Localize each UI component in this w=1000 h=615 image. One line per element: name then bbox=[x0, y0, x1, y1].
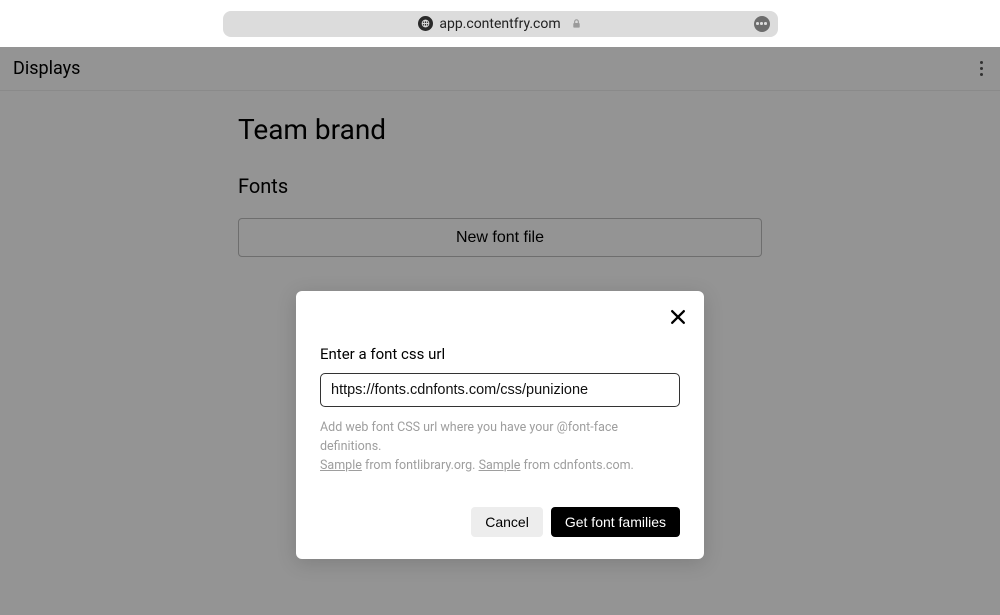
sample-link-cdnfonts[interactable]: Sample bbox=[479, 458, 521, 473]
site-icon bbox=[418, 16, 433, 31]
helper-cdnfonts-rest: from cdnfonts.com. bbox=[520, 458, 633, 473]
address-url: app.contentfry.com bbox=[439, 16, 560, 32]
helper-fontlibrary-rest: from fontlibrary.org. bbox=[362, 458, 479, 473]
sample-link-fontlibrary[interactable]: Sample bbox=[320, 458, 362, 473]
modal-overlay[interactable]: Enter a font css url Add web font CSS ur… bbox=[0, 47, 1000, 615]
get-font-families-button[interactable]: Get font families bbox=[551, 507, 680, 537]
helper-text: Add web font CSS url where you have your… bbox=[320, 419, 680, 475]
font-url-modal: Enter a font css url Add web font CSS ur… bbox=[296, 291, 704, 559]
font-url-input[interactable] bbox=[320, 373, 680, 407]
page-wrapper: Displays Team brand Fonts New font file … bbox=[0, 47, 1000, 615]
address-bar-content: app.contentfry.com bbox=[418, 16, 581, 32]
cancel-button[interactable]: Cancel bbox=[471, 507, 543, 537]
browser-bar: app.contentfry.com bbox=[0, 0, 1000, 47]
font-url-label: Enter a font css url bbox=[320, 345, 680, 363]
lock-icon bbox=[571, 18, 582, 29]
helper-line1: Add web font CSS url where you have your… bbox=[320, 420, 618, 454]
more-icon[interactable] bbox=[754, 16, 770, 32]
address-bar[interactable]: app.contentfry.com bbox=[223, 11, 778, 37]
close-icon[interactable] bbox=[664, 303, 692, 331]
